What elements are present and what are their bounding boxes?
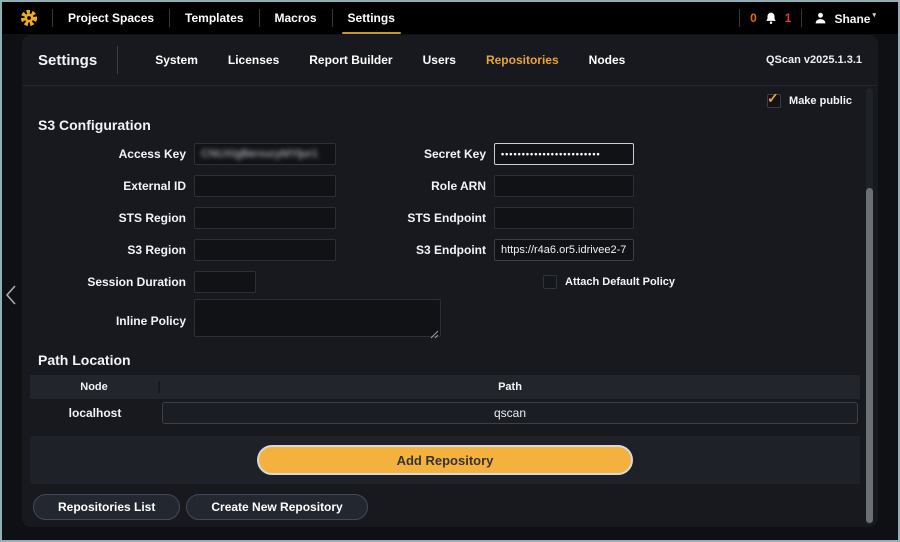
attach-default-policy-label: Attach Default Policy bbox=[565, 276, 675, 288]
sts-endpoint-input[interactable] bbox=[494, 207, 634, 229]
tab-nodes[interactable]: Nodes bbox=[574, 35, 641, 85]
app-version: QScan v2025.1.3.1 bbox=[640, 54, 862, 66]
attach-default-policy-row: Attach Default Policy bbox=[543, 275, 675, 289]
repositories-list-button[interactable]: Repositories List bbox=[33, 494, 180, 520]
bottom-button-row: Repositories List Create New Repository bbox=[33, 494, 852, 520]
action-band: Add Repository bbox=[30, 436, 860, 484]
form-row: Inline Policy bbox=[38, 299, 852, 342]
node-cell: localhost bbox=[30, 406, 160, 420]
s3-endpoint-input[interactable] bbox=[494, 239, 634, 261]
app-window: { "topbar": { "nav": ["Project Spaces", … bbox=[0, 0, 900, 542]
inline-policy-wrapper bbox=[194, 299, 441, 342]
secret-key-input[interactable] bbox=[494, 143, 634, 165]
page-title: Settings bbox=[38, 52, 97, 69]
tab-system[interactable]: System bbox=[140, 35, 213, 85]
top-navigation-bar: Project Spaces Templates Macros Settings… bbox=[2, 2, 898, 34]
form-row: S3 Region S3 Endpoint bbox=[38, 239, 852, 261]
s3-configuration-heading: S3 Configuration bbox=[38, 117, 852, 133]
collapse-chevron-button[interactable] bbox=[5, 284, 17, 311]
scrollbar-track[interactable] bbox=[866, 88, 873, 525]
inline-policy-label: Inline Policy bbox=[38, 314, 186, 328]
path-cell bbox=[160, 402, 860, 424]
divider bbox=[117, 46, 118, 74]
app-logo[interactable] bbox=[2, 9, 52, 27]
sts-endpoint-label: STS Endpoint bbox=[336, 211, 486, 225]
attach-default-policy-checkbox[interactable] bbox=[543, 275, 557, 289]
panel-body: Make public S3 Configuration Access Key … bbox=[22, 86, 878, 520]
add-repository-button[interactable]: Add Repository bbox=[257, 445, 633, 475]
form-row: Access Key CNUXIgBerxucyMYijur1 Secret K… bbox=[38, 143, 852, 165]
session-duration-input[interactable] bbox=[194, 271, 256, 293]
s3-region-label: S3 Region bbox=[38, 243, 186, 257]
nav-item-macros[interactable]: Macros bbox=[260, 2, 332, 34]
notification-count-red: 1 bbox=[785, 11, 792, 25]
role-arn-input[interactable] bbox=[494, 175, 634, 197]
session-duration-label: Session Duration bbox=[38, 275, 186, 289]
secret-key-label: Secret Key bbox=[336, 147, 486, 161]
notification-count-orange: 0 bbox=[750, 11, 757, 25]
scrollbar-thumb[interactable] bbox=[866, 188, 873, 523]
make-public-label: Make public bbox=[789, 95, 852, 107]
table-row: localhost bbox=[30, 399, 860, 427]
nav-item-settings[interactable]: Settings bbox=[333, 2, 410, 34]
chevron-left-icon bbox=[5, 284, 17, 306]
tab-licenses[interactable]: Licenses bbox=[213, 35, 294, 85]
s3-region-input[interactable] bbox=[194, 239, 336, 261]
bell-icon[interactable] bbox=[764, 11, 778, 26]
access-key-input[interactable]: CNUXIgBerxucyMYijur1 bbox=[194, 143, 336, 165]
path-input[interactable] bbox=[162, 402, 858, 424]
notification-area[interactable]: 0 1 bbox=[740, 11, 801, 26]
access-key-value: CNUXIgBerxucyMYijur1 bbox=[201, 148, 318, 160]
form-row: STS Region STS Endpoint bbox=[38, 207, 852, 229]
external-id-input[interactable] bbox=[194, 175, 336, 197]
make-public-checkbox[interactable] bbox=[767, 94, 781, 108]
inline-policy-textarea[interactable] bbox=[194, 299, 441, 337]
resize-handle-icon[interactable] bbox=[430, 330, 439, 339]
column-header-node: Node bbox=[30, 381, 160, 393]
sts-region-label: STS Region bbox=[38, 211, 186, 225]
tab-repositories[interactable]: Repositories bbox=[471, 35, 574, 85]
settings-panel: Settings System Licenses Report Builder … bbox=[22, 35, 878, 527]
nav-item-project-spaces[interactable]: Project Spaces bbox=[53, 2, 169, 34]
column-header-path: Path bbox=[160, 381, 860, 393]
nav-item-templates[interactable]: Templates bbox=[170, 2, 258, 34]
tab-users[interactable]: Users bbox=[408, 35, 471, 85]
form-row: Session Duration Attach Default Policy bbox=[38, 271, 852, 293]
role-arn-label: Role ARN bbox=[336, 179, 486, 193]
sts-region-input[interactable] bbox=[194, 207, 336, 229]
path-location-table: Node Path localhost bbox=[30, 375, 860, 427]
gear-icon bbox=[20, 9, 38, 27]
path-location-heading: Path Location bbox=[38, 352, 852, 368]
panel-header: Settings System Licenses Report Builder … bbox=[22, 35, 878, 86]
user-menu[interactable]: Shane bbox=[802, 11, 898, 26]
access-key-label: Access Key bbox=[38, 147, 186, 161]
table-header-row: Node Path bbox=[30, 375, 860, 399]
external-id-label: External ID bbox=[38, 179, 186, 193]
tab-report-builder[interactable]: Report Builder bbox=[294, 35, 407, 85]
user-icon bbox=[814, 11, 827, 25]
user-name: Shane bbox=[834, 11, 876, 26]
form-row: External ID Role ARN bbox=[38, 175, 852, 197]
main-area: Settings System Licenses Report Builder … bbox=[2, 34, 898, 540]
s3-endpoint-label: S3 Endpoint bbox=[336, 243, 486, 257]
make-public-row: Make public bbox=[38, 93, 852, 109]
create-new-repository-button[interactable]: Create New Repository bbox=[186, 494, 367, 520]
